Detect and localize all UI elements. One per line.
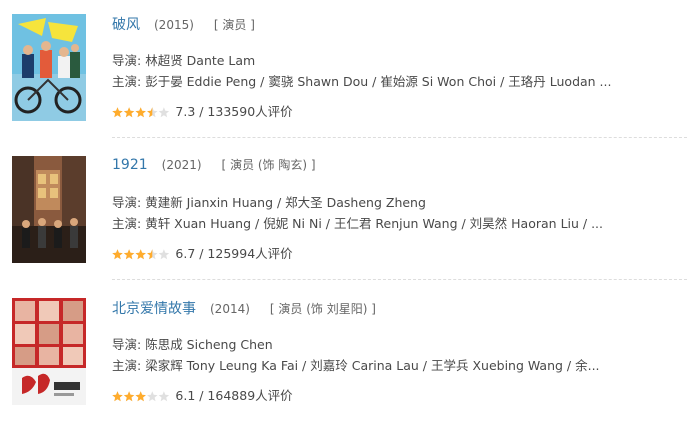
director-names: 林超贤 Dante Lam	[145, 53, 256, 68]
rating-row: 6.7 / 125994人评价	[112, 243, 293, 261]
star-filled-icon	[123, 249, 135, 260]
list-item: 1921 (2021) [ 演员 (饰 陶玄) ] 导演: 黄建新 Jianxin …	[0, 142, 687, 282]
cast-names: 梁家辉 Tony Leung Ka Fai / 刘嘉玲 Carina Lau /…	[145, 358, 600, 373]
star-filled-icon	[123, 107, 135, 118]
role-tag: [ 演员 (饰 陶玄) ]	[221, 158, 316, 172]
star-filled-icon	[112, 249, 123, 260]
star-filled-icon	[135, 391, 146, 402]
star-empty-icon	[158, 107, 170, 118]
director-line: 导演: 林超贤 Dante Lam	[112, 53, 256, 68]
star-empty-icon	[158, 249, 170, 260]
cast-line: 主演: 彭于晏 Eddie Peng / 窦骁 Shawn Dou / 崔始源 …	[112, 74, 612, 89]
star-rating-icon	[112, 390, 170, 405]
cast-line: 主演: 梁家辉 Tony Leung Ka Fai / 刘嘉玲 Carina L…	[112, 358, 600, 373]
director-names: 黄建新 Jianxin Huang / 郑大圣 Dasheng Zheng	[145, 195, 426, 210]
star-empty-icon	[158, 391, 170, 402]
star-filled-icon	[112, 391, 123, 402]
divider	[112, 137, 687, 138]
role-tag: [ 演员 ]	[213, 18, 255, 32]
divider	[112, 279, 687, 280]
cast-line: 主演: 黄轩 Xuan Huang / 倪妮 Ni Ni / 王仁君 Renju…	[112, 216, 604, 231]
cast-names: 黄轩 Xuan Huang / 倪妮 Ni Ni / 王仁君 Renjun Wa…	[145, 216, 604, 231]
rating-text: 6.7 / 125994人评价	[175, 246, 293, 261]
title-row: 1921 (2021) [ 演员 (饰 陶玄) ]	[112, 156, 316, 176]
star-filled-icon	[112, 107, 123, 118]
movie-year: (2014)	[210, 302, 250, 316]
director-line: 导演: 黄建新 Jianxin Huang / 郑大圣 Dasheng Zhen…	[112, 195, 426, 210]
title-row: 北京爱情故事 (2014) [ 演员 (饰 刘星阳) ]	[112, 298, 376, 318]
star-filled-icon	[135, 107, 146, 118]
movie-year: (2021)	[161, 158, 202, 172]
director-line: 导演: 陈思成 Sicheng Chen	[112, 337, 273, 352]
movie-title-link[interactable]: 北京爱情故事	[112, 301, 196, 317]
director-names: 陈思成 Sicheng Chen	[145, 337, 273, 352]
movie-year: (2015)	[154, 18, 194, 32]
rating-row: 7.3 / 133590人评价	[112, 101, 293, 119]
movie-title-link[interactable]: 破风	[112, 17, 140, 33]
cast-names: 彭于晏 Eddie Peng / 窦骁 Shawn Dou / 崔始源 Si W…	[145, 74, 612, 89]
rating-row: 6.1 / 164889人评价	[112, 385, 293, 403]
list-item: 破风 (2015) [ 演员 ] 导演: 林超贤 Dante Lam 主演: 彭于晏…	[0, 0, 687, 140]
star-rating-icon	[112, 106, 170, 121]
list-item: 北京爱情故事 (2014) [ 演员 (饰 刘星阳) ] 导演: 陈思成 Siche…	[0, 284, 687, 424]
role-tag: [ 演员 (饰 刘星阳) ]	[269, 302, 376, 316]
rating-text: 7.3 / 133590人评价	[175, 104, 293, 119]
star-rating-icon	[112, 248, 170, 263]
poster-image[interactable]	[12, 14, 86, 121]
star-empty-icon	[147, 391, 158, 402]
star-filled-icon	[135, 249, 146, 260]
title-row: 破风 (2015) [ 演员 ]	[112, 14, 255, 34]
movie-title-link[interactable]: 1921	[112, 157, 148, 173]
star-filled-icon	[123, 391, 135, 402]
poster-image[interactable]	[12, 298, 86, 405]
poster-image[interactable]	[12, 156, 86, 263]
rating-text: 6.1 / 164889人评价	[175, 388, 293, 403]
